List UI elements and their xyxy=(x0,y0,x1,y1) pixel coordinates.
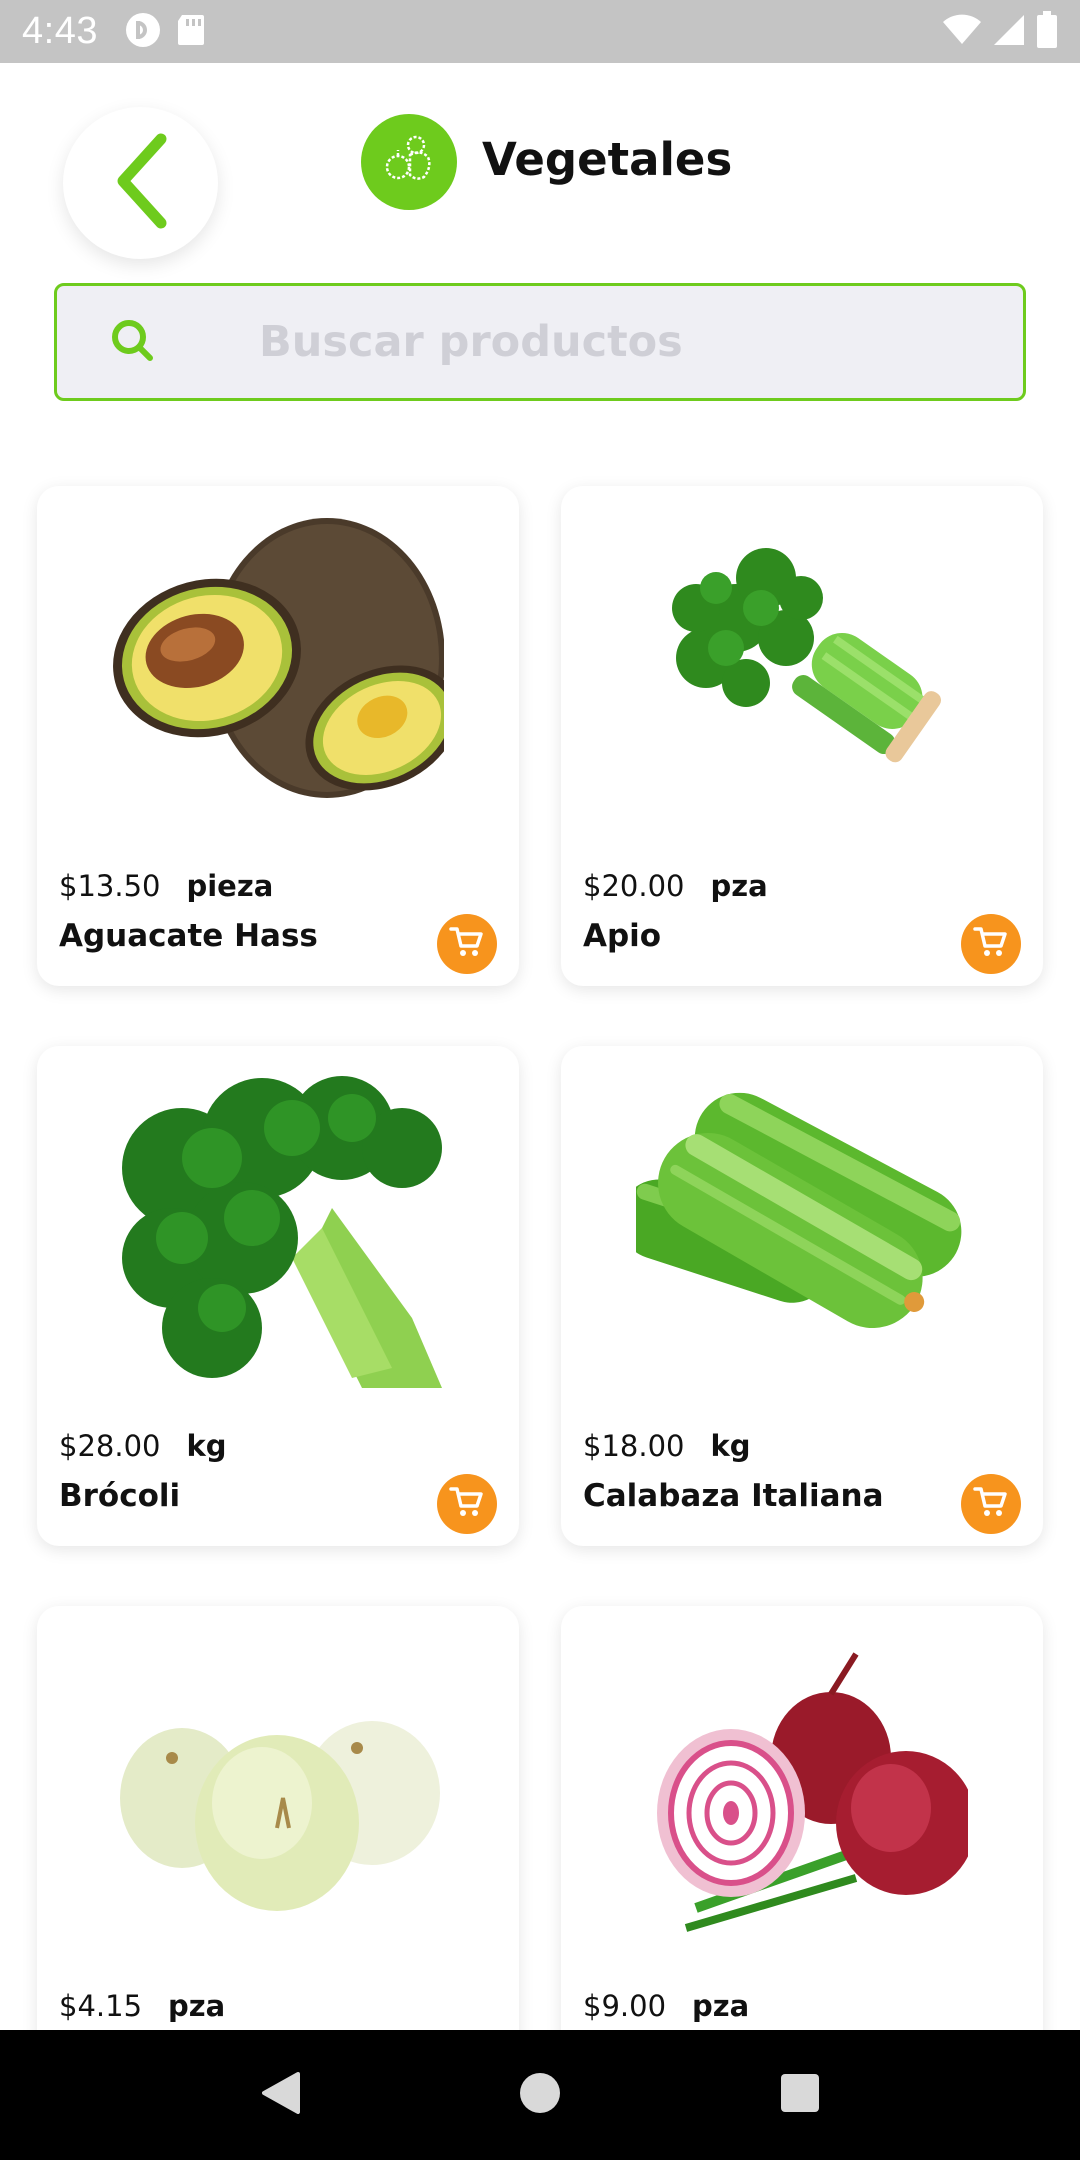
price-row: $13.50 pieza xyxy=(59,869,273,903)
recents-square-icon xyxy=(779,2072,821,2118)
battery-icon xyxy=(1036,10,1058,53)
broccoli-image xyxy=(112,1068,444,1390)
system-nav-bar xyxy=(0,2030,1080,2160)
product-unit: pza xyxy=(692,1989,750,2023)
product-price: $13.50 xyxy=(59,869,161,903)
status-time: 4:43 xyxy=(22,10,98,52)
price-row: $20.00 pza xyxy=(583,869,768,903)
add-to-cart-button[interactable] xyxy=(437,914,497,974)
search-icon xyxy=(109,317,155,367)
product-unit: pieza xyxy=(186,869,274,903)
product-price: $28.00 xyxy=(59,1429,161,1463)
nav-recents-button[interactable] xyxy=(750,2045,850,2145)
search-icon-wrap xyxy=(57,317,207,367)
cart-icon xyxy=(449,1484,485,1524)
home-circle-icon xyxy=(518,2071,562,2119)
search-box[interactable] xyxy=(54,283,1026,401)
signal-icon xyxy=(992,13,1026,51)
product-name: Brócoli xyxy=(59,1478,181,1514)
product-price: $18.00 xyxy=(583,1429,685,1463)
product-unit: kg xyxy=(186,1429,227,1463)
price-row: $18.00 kg xyxy=(583,1429,751,1463)
avocado-image xyxy=(112,508,444,830)
product-unit: pza xyxy=(168,1989,226,2023)
product-name: Aguacate Hass xyxy=(59,918,318,954)
product-name: Apio xyxy=(583,918,662,954)
cart-icon xyxy=(973,924,1009,964)
wifi-icon xyxy=(942,14,982,50)
product-name: Calabaza Italiana xyxy=(583,1478,884,1514)
red-onion-image xyxy=(636,1628,968,1950)
status-bar: 4:43 xyxy=(0,0,1080,63)
product-card[interactable]: $20.00 pza Apio xyxy=(561,486,1043,986)
product-price: $4.15 xyxy=(59,1989,143,2023)
price-row: $4.15 pza xyxy=(59,1989,225,2023)
category-icon xyxy=(361,114,457,210)
product-card[interactable]: $13.50 pieza Aguacate Hass xyxy=(37,486,519,986)
vegetables-icon xyxy=(378,129,440,195)
product-price: $20.00 xyxy=(583,869,685,903)
chevron-left-icon xyxy=(111,131,171,235)
add-to-cart-button[interactable] xyxy=(961,914,1021,974)
product-card[interactable]: $28.00 kg Brócoli xyxy=(37,1046,519,1546)
product-unit: kg xyxy=(710,1429,751,1463)
product-card[interactable]: $18.00 kg Calabaza Italiana xyxy=(561,1046,1043,1546)
search-input[interactable] xyxy=(207,286,1023,398)
nav-back-button[interactable] xyxy=(230,2045,330,2145)
back-triangle-icon xyxy=(258,2070,302,2120)
pocket-casts-icon xyxy=(124,11,162,53)
sd-card-icon xyxy=(176,13,206,51)
product-grid: $13.50 pieza Aguacate Hass $20.00 pza Ap… xyxy=(37,486,1043,2106)
back-button[interactable] xyxy=(63,107,218,259)
price-row: $28.00 kg xyxy=(59,1429,227,1463)
price-row: $9.00 pza xyxy=(583,1989,749,2023)
status-icons-right xyxy=(942,10,1058,53)
white-onion-image xyxy=(112,1628,444,1950)
zucchini-image xyxy=(636,1068,968,1390)
nav-home-button[interactable] xyxy=(490,2045,590,2145)
product-unit: pza xyxy=(710,869,768,903)
add-to-cart-button[interactable] xyxy=(437,1474,497,1534)
add-to-cart-button[interactable] xyxy=(961,1474,1021,1534)
celery-image xyxy=(636,508,968,830)
page-title: Vegetales xyxy=(482,133,733,186)
cart-icon xyxy=(449,924,485,964)
status-icons-left xyxy=(124,11,206,53)
product-price: $9.00 xyxy=(583,1989,667,2023)
cart-icon xyxy=(973,1484,1009,1524)
